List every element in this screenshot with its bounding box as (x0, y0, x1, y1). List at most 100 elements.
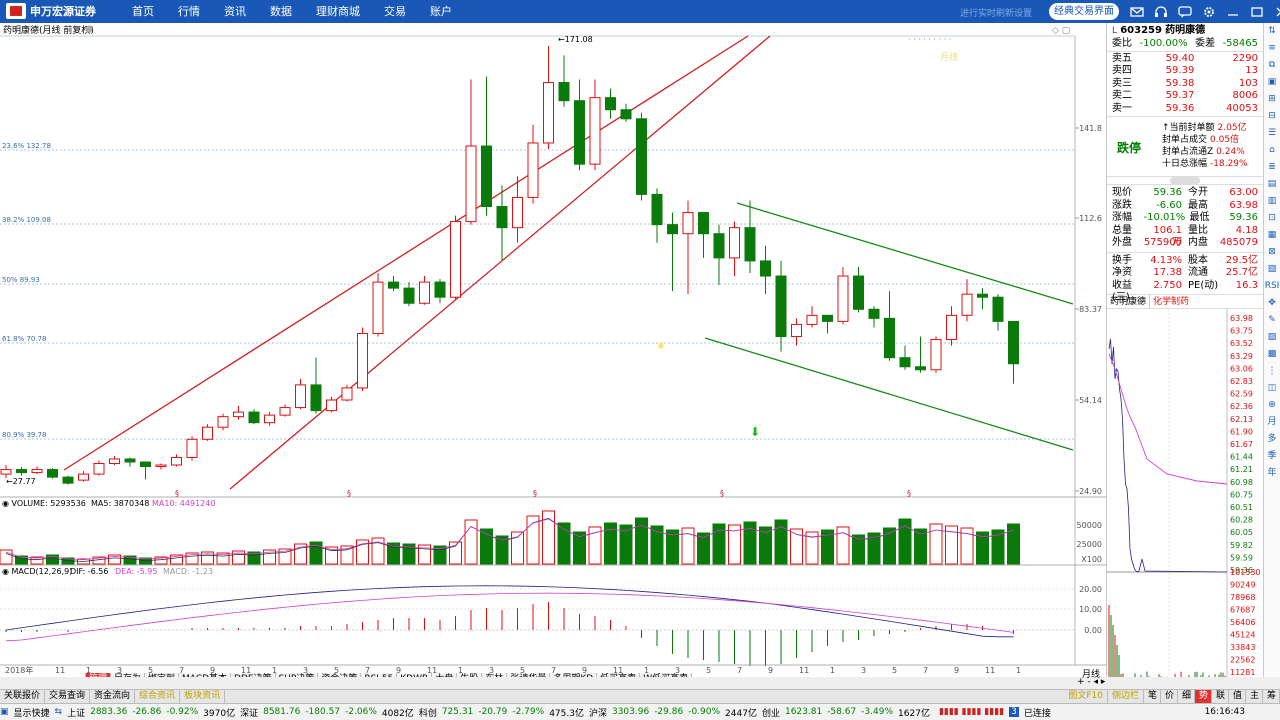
side-tool-icon[interactable]: RSI (1264, 278, 1280, 295)
detail-tab[interactable]: 主 (1246, 690, 1263, 703)
down-arrow-icon: ⬇ (750, 425, 760, 439)
detail-tab[interactable]: 价 (1161, 690, 1178, 703)
quick-label[interactable]: 显示快捷 (14, 706, 50, 719)
limit-info-row: 封单占流通Z 0.24% (1162, 146, 1248, 158)
side-tool-icon[interactable]: ▥ (1264, 193, 1280, 210)
logo-text: 申万宏源证券 (30, 3, 96, 19)
bottom-tab[interactable]: 综合资讯 (135, 690, 180, 703)
diamond-icon[interactable]: ◇ ▢ (1052, 26, 1070, 36)
ask-row[interactable]: 卖二 59.37 8006 (1107, 90, 1263, 103)
mini-price-tick: 62.83 (1230, 377, 1253, 386)
side-tool-icon[interactable]: ☰ (1264, 125, 1280, 142)
detail-tab[interactable]: 联 (1212, 690, 1229, 703)
side-tool-icon[interactable]: ⇅ (1264, 23, 1280, 40)
side-tool-icon[interactable]: ◫ (1264, 380, 1280, 397)
side-tool-icon[interactable]: ⧉ (1264, 57, 1280, 74)
side-tool-icon[interactable]: ✎ (1264, 312, 1280, 329)
side-tool-icon[interactable]: ▨ (1264, 329, 1280, 346)
mini-vol-tick: 45124 (1230, 631, 1255, 640)
candle (373, 273, 383, 336)
stat-row: 涨跌 -6.60 最高 63.98 (1107, 200, 1263, 213)
detail-tab[interactable]: 值 (1229, 690, 1246, 703)
side-tool-icon[interactable]: ✥ (1264, 295, 1280, 312)
bottom-tab[interactable]: 板块资讯 (180, 690, 225, 703)
ask-row[interactable]: 卖四 59.39 13 (1107, 65, 1263, 78)
stat-value: 2.750 (1144, 280, 1182, 293)
kline-chart[interactable]: 药明康德(月线 前复权) 23.6% 132.78 38.2% 109.08 50% … (0, 23, 1106, 677)
ask-level: 卖三 (1112, 78, 1152, 91)
ask-volume: 40053 (1208, 103, 1258, 116)
menu-item-2[interactable]: 资讯 (212, 0, 258, 23)
settings-dot-icon[interactable] (86, 26, 93, 33)
message-icon[interactable] (1176, 3, 1194, 20)
detail-tab[interactable]: 势 (1195, 690, 1212, 703)
stat-value: 485079 (1220, 237, 1258, 250)
tab-stock[interactable]: 药明康德 (1107, 295, 1150, 308)
cy-index: 1623.81 (785, 707, 822, 717)
ask-row[interactable]: 卖三 59.38 103 (1107, 78, 1263, 91)
bottom-right-tab[interactable]: 侧边栏 (1108, 690, 1144, 703)
mini-vol-tick: 11281 (1230, 668, 1255, 677)
side-tool-icon[interactable]: 年 (1264, 465, 1280, 482)
bottom-tab[interactable]: 关联报价 (0, 690, 45, 703)
mini-price-tick: 62.13 (1230, 415, 1253, 424)
stat-label: 量比 (1188, 225, 1220, 238)
collapse-handle[interactable] (1107, 177, 1263, 185)
ask-price: 59.39 (1166, 65, 1195, 78)
menu-item-3[interactable]: 数据 (258, 0, 304, 23)
side-tool-icon[interactable]: 季 (1264, 448, 1280, 465)
maximize-icon[interactable] (1248, 3, 1266, 20)
bottom-right-tab[interactable]: 图文F10 (1064, 690, 1108, 703)
mail-icon[interactable] (1128, 3, 1146, 20)
hs-pct: -0.90% (688, 707, 720, 717)
close-icon[interactable] (1272, 3, 1280, 20)
tab-sector[interactable]: 化学制药 (1150, 295, 1192, 308)
menu-item-0[interactable]: 首页 (120, 0, 166, 23)
side-tool-icon[interactable]: ⊡ (1264, 210, 1280, 227)
side-tool-icon[interactable]: ⌂ (1264, 142, 1280, 159)
side-tool-icon[interactable]: ▦ (1264, 227, 1280, 244)
stat-value: 63.98 (1220, 200, 1258, 213)
menu-item-6[interactable]: 账户 (418, 0, 464, 23)
side-tool-icon[interactable]: ≣ (1264, 159, 1280, 176)
settings-icon[interactable] (1200, 3, 1218, 20)
ask-price: 59.36 (1166, 103, 1195, 116)
intraday-chart[interactable]: 63.98 63.75 63.52 63.29 63.06 62.83 62.59 62.36… (1107, 309, 1264, 689)
menu-item-1[interactable]: 行情 (166, 0, 212, 23)
stat-label: 最高 (1188, 200, 1220, 213)
candle (931, 337, 941, 373)
ask-row[interactable]: 卖一 59.36 40053 (1107, 103, 1263, 116)
side-tool-icon[interactable]: ≡ (1264, 40, 1280, 57)
side-tool-icon[interactable]: ⋮ (1264, 363, 1280, 380)
side-tool-icon[interactable]: 多 (1264, 431, 1280, 448)
bottom-tab[interactable]: 交易查询 (45, 690, 90, 703)
side-tool-icon[interactable]: ⊕ (1264, 397, 1280, 414)
side-tool-icon[interactable]: ▧ (1264, 261, 1280, 278)
detail-tab[interactable]: 细 (1178, 690, 1195, 703)
side-tool-icon[interactable]: ▣ (1264, 74, 1280, 91)
side-tool-icon[interactable]: ▩ (1264, 346, 1280, 363)
side-tool-icon[interactable]: ⊠ (1264, 244, 1280, 261)
side-tool-icon[interactable]: 月 (1264, 414, 1280, 431)
classic-trade-button[interactable]: 经典交易界面 (1049, 3, 1119, 20)
bottom-tab[interactable]: 资金流向 (90, 690, 135, 703)
headset-icon[interactable] (1152, 3, 1170, 20)
minimize-icon[interactable] (1224, 3, 1242, 20)
ask-row[interactable]: 卖五 59.40 2290 (1107, 53, 1263, 66)
side-tool-icon[interactable]: ⊞ (1264, 91, 1280, 108)
detail-tab[interactable]: 笔 (1144, 690, 1161, 703)
volume-tick: 25000 (1077, 540, 1102, 549)
cy-change: -58.67 (827, 707, 856, 717)
detail-tab[interactable]: 筹 (1263, 690, 1280, 703)
menu-item-5[interactable]: 交易 (372, 0, 418, 23)
ask-volume: 13 (1208, 65, 1258, 78)
side-tool-icon[interactable]: ⊟ (1264, 108, 1280, 125)
quick-icon[interactable]: ▣ (0, 707, 9, 717)
macd-tick: 0.00 (1084, 626, 1102, 635)
limit-info-key: 十日总涨幅 (1162, 159, 1207, 169)
menu-item-4[interactable]: 理财商城 (304, 0, 372, 23)
fib-label: 23.6% 132.78 (2, 142, 51, 150)
side-tool-icon[interactable]: ▤ (1264, 176, 1280, 193)
zoom-controls[interactable]: + - ◂ ▸ (1077, 677, 1105, 687)
limit-info-value: 0.05倍 (1210, 135, 1239, 145)
